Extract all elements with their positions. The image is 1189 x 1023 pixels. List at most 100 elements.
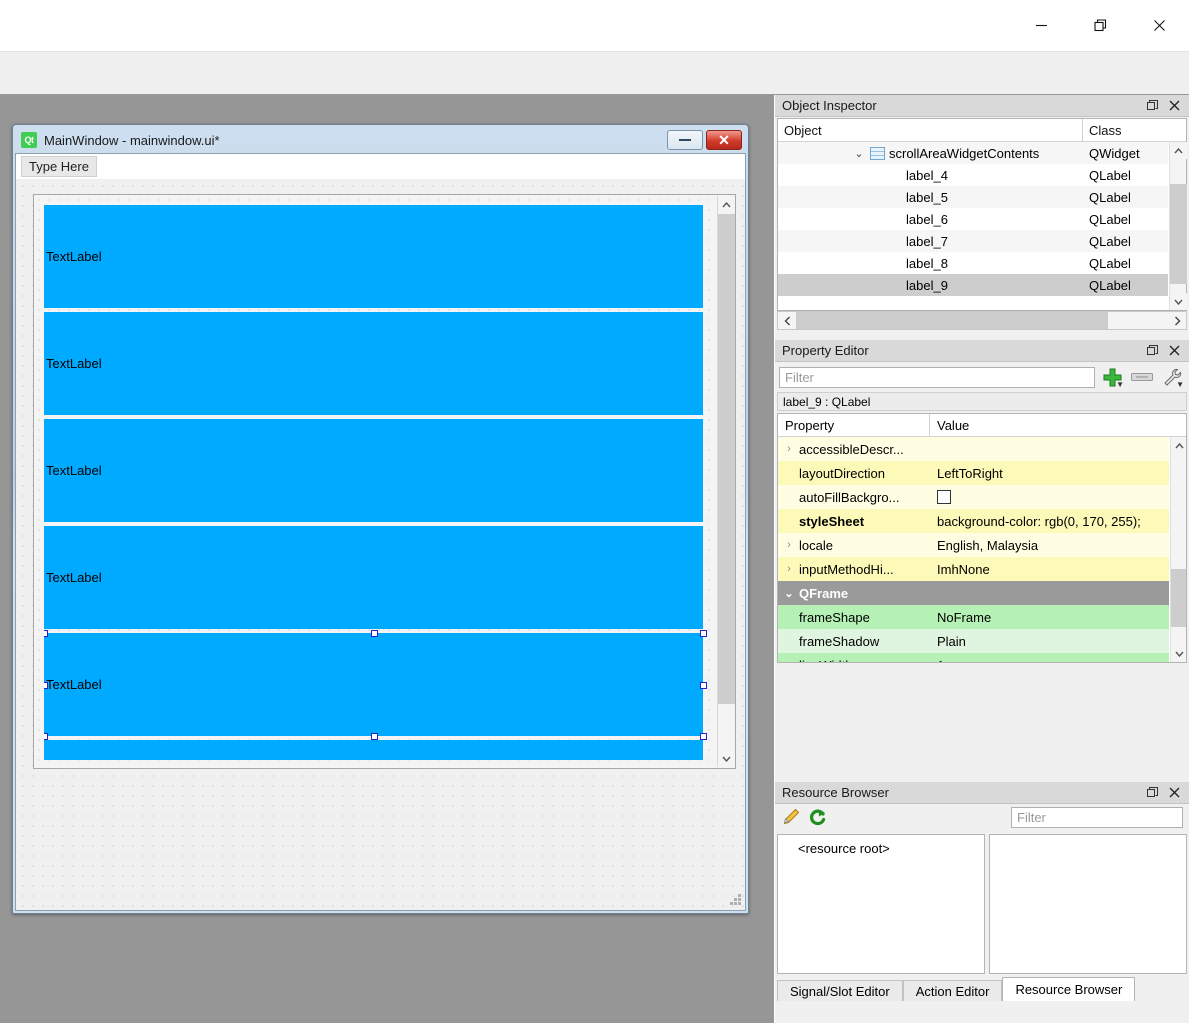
object-inspector-row[interactable]: label_4 QLabel	[778, 164, 1168, 186]
reload-button[interactable]	[808, 808, 827, 830]
remove-property-button[interactable]	[1129, 365, 1155, 389]
resource-root-item[interactable]: <resource root>	[798, 841, 890, 856]
scroll-down-button[interactable]	[1171, 645, 1186, 662]
scroll-down-button[interactable]	[1170, 293, 1187, 310]
form-label-4[interactable]: TextLabel	[44, 633, 703, 736]
resize-handle[interactable]	[700, 681, 707, 689]
property-value-cell[interactable]: LeftToRight	[930, 461, 1169, 485]
dock-tab-action-editor[interactable]: Action Editor	[902, 980, 1003, 1001]
resize-handle[interactable]	[44, 733, 48, 740]
property-row[interactable]: › accessibleDescr...	[778, 437, 1169, 461]
resize-handle[interactable]	[700, 733, 707, 740]
menubar-type-here[interactable]: Type Here	[21, 156, 97, 177]
object-inspector-scrollbar-horizontal[interactable]	[777, 311, 1187, 330]
add-property-button[interactable]: ▼	[1099, 365, 1125, 389]
resize-handle[interactable]	[370, 630, 378, 637]
property-row[interactable]: › inputMethodHi... ImhNone	[778, 557, 1169, 581]
form-label-3[interactable]: TextLabel	[44, 526, 703, 629]
property-row[interactable]: autoFillBackgro...	[778, 485, 1169, 509]
scroll-right-button[interactable]	[1168, 312, 1186, 329]
form-scrollbar-vertical[interactable]	[717, 196, 735, 767]
form-minimize-button[interactable]	[667, 130, 703, 150]
scroll-thumb[interactable]	[796, 312, 1108, 329]
property-row[interactable]: frameShape NoFrame	[778, 605, 1169, 629]
object-inspector-row[interactable]: label_5 QLabel	[778, 186, 1168, 208]
column-header-value[interactable]: Value	[930, 414, 1186, 436]
edit-resources-button[interactable]	[781, 808, 800, 830]
object-inspector-row[interactable]: label_9 QLabel	[778, 274, 1168, 296]
form-label-1[interactable]: TextLabel	[44, 312, 703, 415]
property-value-cell[interactable]: Plain	[930, 629, 1169, 653]
form-label-0[interactable]: TextLabel	[44, 205, 703, 308]
chevron-right-icon[interactable]: ›	[781, 539, 797, 551]
object-inspector-tree[interactable]: Object Class ⌄ scrollAreaWidgetContents QW…	[777, 118, 1187, 311]
property-value-cell[interactable]	[930, 485, 1169, 509]
object-inspector-row[interactable]: label_6 QLabel	[778, 208, 1168, 230]
form-preview-window[interactable]: Qt MainWindow - mainwindow.ui* ✕ Type He…	[12, 124, 749, 914]
close-button[interactable]	[1130, 0, 1189, 51]
property-group-row[interactable]: ⌄ QFrame	[778, 581, 1169, 605]
resource-filter-input[interactable]: Filter	[1011, 807, 1183, 828]
property-editor-table[interactable]: Property Value › accessibleDescr... layout…	[777, 413, 1187, 663]
form-label-2[interactable]: TextLabel	[44, 419, 703, 522]
configure-button[interactable]: ▼	[1159, 365, 1185, 389]
dock-tab-signal-slot-editor[interactable]: Signal/Slot Editor	[777, 980, 903, 1001]
property-row[interactable]: › locale English, Malaysia	[778, 533, 1169, 557]
scroll-up-button[interactable]	[1170, 142, 1187, 159]
object-inspector-row[interactable]: label_7 QLabel	[778, 230, 1168, 252]
property-row[interactable]: layoutDirection LeftToRight	[778, 461, 1169, 485]
property-value-cell[interactable]: English, Malaysia	[930, 533, 1169, 557]
form-scroll-area[interactable]: TextLabel TextLabel TextLabel TextLabel Text…	[33, 194, 736, 769]
resource-browser-close-button[interactable]	[1163, 783, 1185, 803]
dock-tab-resource-browser[interactable]: Resource Browser	[1002, 977, 1136, 1001]
object-inspector-scrollbar-vertical[interactable]	[1169, 142, 1187, 310]
restore-button[interactable]	[1071, 0, 1130, 51]
property-value-cell[interactable]: NoFrame	[930, 605, 1169, 629]
scroll-up-button[interactable]	[718, 196, 735, 213]
resource-browser-float-button[interactable]	[1141, 783, 1163, 803]
resize-handle[interactable]	[700, 630, 707, 637]
property-row[interactable]: lineWidth 1	[778, 653, 1169, 663]
column-header-class[interactable]: Class	[1083, 119, 1186, 141]
form-central-widget[interactable]: TextLabel TextLabel TextLabel TextLabel Text…	[16, 179, 745, 910]
chevron-down-icon[interactable]: ⌄	[781, 587, 797, 600]
object-inspector-float-button[interactable]	[1141, 96, 1163, 116]
resource-preview-pane[interactable]	[989, 834, 1187, 974]
resize-handle[interactable]	[370, 733, 378, 740]
object-inspector-close-button[interactable]	[1163, 96, 1185, 116]
scroll-thumb[interactable]	[718, 214, 735, 704]
scroll-left-button[interactable]	[778, 312, 796, 329]
chevron-down-icon[interactable]: ⌄	[852, 147, 866, 160]
form-close-button[interactable]: ✕	[706, 130, 742, 150]
scroll-thumb[interactable]	[1170, 184, 1187, 284]
property-value-cell[interactable]: ImhNone	[930, 557, 1169, 581]
property-row[interactable]: styleSheet background-color: rgb(0, 170, …	[778, 509, 1169, 533]
object-inspector-row[interactable]: ⌄ scrollAreaWidgetContents QWidget	[778, 142, 1168, 164]
property-value-cell[interactable]: 1	[930, 653, 1169, 663]
scroll-down-button[interactable]	[718, 750, 735, 767]
form-title-bar[interactable]: Qt MainWindow - mainwindow.ui* ✕	[15, 127, 746, 153]
property-editor-scrollbar-vertical[interactable]	[1170, 437, 1186, 662]
property-editor-float-button[interactable]	[1141, 341, 1163, 361]
form-label-5[interactable]	[44, 740, 703, 760]
chevron-right-icon[interactable]: ›	[781, 563, 797, 575]
form-size-grip[interactable]	[729, 894, 742, 907]
property-row[interactable]: frameShadow Plain	[778, 629, 1169, 653]
column-header-property[interactable]: Property	[778, 414, 930, 436]
property-value-cell[interactable]: background-color: rgb(0, 170, 255);	[930, 509, 1169, 533]
property-value-cell[interactable]	[930, 581, 1169, 605]
object-inspector-row[interactable]: label_8 QLabel	[778, 252, 1168, 274]
scroll-up-button[interactable]	[1171, 437, 1186, 454]
property-filter-input[interactable]: Filter	[779, 366, 1095, 388]
resize-handle[interactable]	[44, 630, 48, 637]
property-editor-close-button[interactable]	[1163, 341, 1185, 361]
column-header-object[interactable]: Object	[778, 119, 1083, 141]
form-menubar[interactable]: Type Here	[16, 154, 745, 179]
minimize-button[interactable]	[1012, 0, 1071, 51]
property-value-cell[interactable]	[930, 437, 1169, 461]
resize-handle[interactable]	[44, 681, 48, 689]
resource-tree[interactable]: <resource root>	[777, 834, 985, 974]
scroll-thumb[interactable]	[1171, 569, 1186, 627]
chevron-right-icon[interactable]: ›	[781, 443, 797, 455]
checkbox[interactable]	[937, 490, 951, 504]
